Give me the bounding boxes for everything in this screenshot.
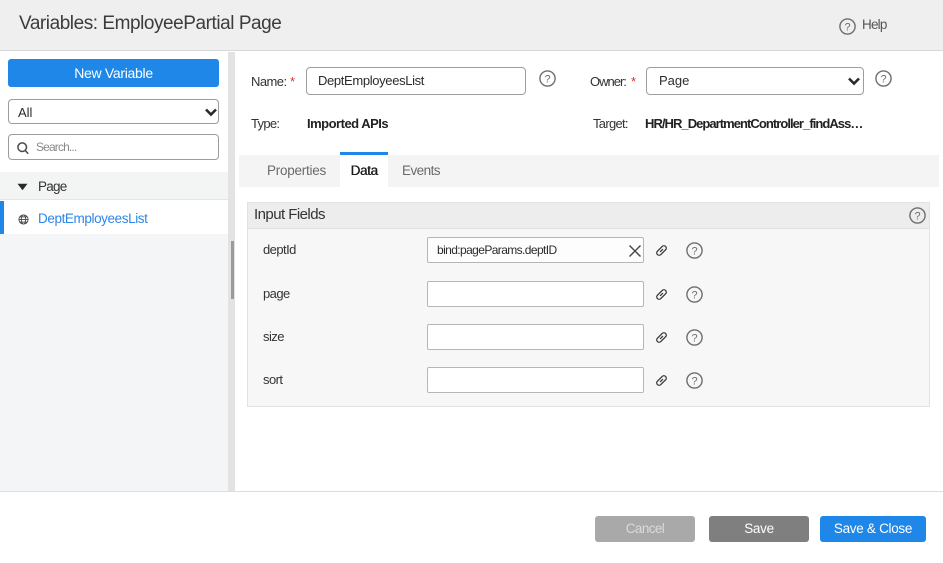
svg-text:?: ?	[880, 73, 886, 85]
svg-text:?: ?	[691, 375, 697, 387]
svg-text:?: ?	[691, 332, 697, 344]
svg-text:?: ?	[691, 289, 697, 301]
svg-text:?: ?	[844, 21, 850, 33]
svg-text:?: ?	[544, 73, 550, 85]
svg-text:?: ?	[691, 245, 697, 257]
svg-text:?: ?	[914, 210, 920, 222]
